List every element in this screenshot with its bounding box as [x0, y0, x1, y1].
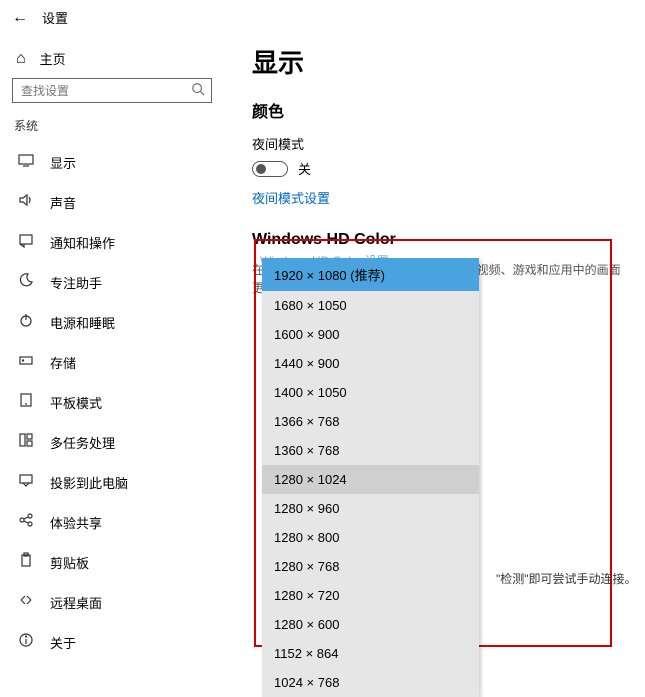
sidebar-item-label: 投影到此电脑: [50, 473, 128, 492]
sound-icon: [18, 192, 34, 212]
resolution-option[interactable]: 1600 × 900: [262, 320, 479, 349]
night-mode-toggle[interactable]: [252, 161, 288, 177]
search-input-wrapper[interactable]: [12, 78, 212, 103]
resolution-option[interactable]: 1280 × 1024: [262, 465, 479, 494]
clipboard-icon: [18, 552, 34, 572]
window-header: ← 设置: [0, 0, 645, 35]
project-icon: [18, 472, 34, 492]
sidebar-item-label: 远程桌面: [50, 593, 102, 612]
resolution-option[interactable]: 1280 × 720: [262, 581, 479, 610]
search-input[interactable]: [19, 83, 191, 99]
sidebar-item-display[interactable]: 显示: [12, 142, 212, 182]
sidebar-item-power[interactable]: 电源和睡眠: [12, 302, 212, 342]
resolution-option[interactable]: 1360 × 768: [262, 436, 479, 465]
sidebar: ⌂ 主页 系统 显示声音通知和操作专注助手电源和睡眠存储平板模式多任务处理投影到…: [0, 35, 224, 676]
sidebar-group: 系统: [14, 117, 212, 134]
resolution-option[interactable]: 1280 × 800: [262, 523, 479, 552]
night-mode-settings-link[interactable]: 夜间模式设置: [252, 188, 629, 207]
search-icon: [191, 82, 205, 99]
night-mode-state: 关: [298, 159, 311, 178]
sidebar-item-label: 存储: [50, 353, 76, 372]
sidebar-item-label: 剪贴板: [50, 553, 89, 572]
sidebar-item-project[interactable]: 投影到此电脑: [12, 462, 212, 502]
sidebar-item-share[interactable]: 体验共享: [12, 502, 212, 542]
resolution-option[interactable]: 1280 × 600: [262, 610, 479, 639]
display-icon: [18, 152, 34, 172]
resolution-option[interactable]: 1280 × 960: [262, 494, 479, 523]
sidebar-home[interactable]: ⌂ 主页: [12, 43, 212, 78]
sidebar-item-notify[interactable]: 通知和操作: [12, 222, 212, 262]
resolution-option[interactable]: 1440 × 900: [262, 349, 479, 378]
sidebar-item-multitask[interactable]: 多任务处理: [12, 422, 212, 462]
sidebar-item-label: 多任务处理: [50, 433, 115, 452]
share-icon: [18, 512, 34, 532]
resolution-option[interactable]: 1152 × 864: [262, 639, 479, 668]
sidebar-item-tablet[interactable]: 平板模式: [12, 382, 212, 422]
home-icon: ⌂: [16, 50, 26, 68]
resolution-dropdown[interactable]: 1920 × 1080 (推荐)1680 × 10501600 × 900144…: [262, 258, 479, 697]
color-heading: 颜色: [252, 98, 629, 122]
about-icon: [18, 632, 34, 652]
multitask-icon: [18, 432, 34, 452]
storage-icon: [18, 352, 34, 372]
remote-icon: [18, 592, 34, 612]
night-mode-row: 关: [252, 159, 629, 178]
sidebar-item-storage[interactable]: 存储: [12, 342, 212, 382]
resolution-option[interactable]: 1024 × 768: [262, 668, 479, 697]
notify-icon: [18, 232, 34, 252]
window-title: 设置: [42, 8, 68, 27]
sidebar-item-label: 电源和睡眠: [50, 313, 115, 332]
sidebar-item-label: 通知和操作: [50, 233, 115, 252]
resolution-option[interactable]: 1400 × 1050: [262, 378, 479, 407]
sidebar-item-clipboard[interactable]: 剪贴板: [12, 542, 212, 582]
night-mode-label: 夜间模式: [252, 134, 629, 153]
home-label: 主页: [40, 49, 66, 68]
sidebar-nav: 显示声音通知和操作专注助手电源和睡眠存储平板模式多任务处理投影到此电脑体验共享剪…: [12, 142, 212, 662]
resolution-option[interactable]: 1680 × 1050: [262, 291, 479, 320]
sidebar-item-label: 体验共享: [50, 513, 102, 532]
sidebar-item-label: 关于: [50, 633, 76, 652]
sidebar-item-sound[interactable]: 声音: [12, 182, 212, 222]
sidebar-item-focus[interactable]: 专注助手: [12, 262, 212, 302]
power-icon: [18, 312, 34, 332]
hdcolor-heading: Windows HD Color: [252, 231, 629, 249]
sidebar-item-remote[interactable]: 远程桌面: [12, 582, 212, 622]
resolution-option[interactable]: 1920 × 1080 (推荐): [262, 258, 479, 291]
focus-icon: [18, 272, 34, 292]
detect-hint-text: "检测"即可尝试手动连接。: [496, 570, 637, 587]
back-icon[interactable]: ←: [12, 9, 28, 27]
sidebar-item-label: 显示: [50, 153, 76, 172]
sidebar-item-label: 专注助手: [50, 273, 102, 292]
sidebar-item-label: 声音: [50, 193, 76, 212]
resolution-option[interactable]: 1366 × 768: [262, 407, 479, 436]
sidebar-item-about[interactable]: 关于: [12, 622, 212, 662]
resolution-option[interactable]: 1280 × 768: [262, 552, 479, 581]
color-section: 颜色 夜间模式 关 夜间模式设置: [252, 98, 629, 207]
tablet-icon: [18, 392, 34, 412]
sidebar-item-label: 平板模式: [50, 393, 102, 412]
page-title: 显示: [252, 43, 629, 80]
